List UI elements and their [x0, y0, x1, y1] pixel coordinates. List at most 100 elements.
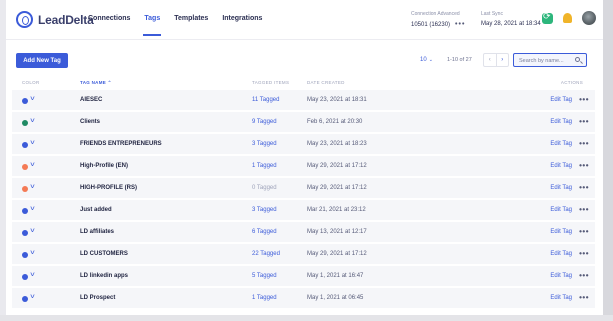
brand-logo[interactable]: LeadDelta [16, 11, 94, 28]
table-row[interactable]: v LD Prospect 1 Tagged May 1, 2021 at 06:45… [12, 288, 595, 310]
search-input[interactable] [519, 56, 574, 65]
table-row[interactable]: v Clients 9 Tagged Feb 6, 2021 at 20:30 Edit… [12, 112, 595, 134]
date-created: Feb 6, 2021 at 20:30 [307, 119, 363, 125]
rows-per-page-select[interactable]: 10 ⌄ [420, 57, 433, 63]
add-new-tag-button[interactable]: Add New Tag [16, 53, 68, 68]
tagged-items-link[interactable]: 22 Tagged [252, 251, 280, 257]
edit-tag-link[interactable]: Edit Tag [550, 207, 572, 213]
tagged-items-link[interactable]: 1 Tagged [252, 163, 277, 169]
tag-name: HIGH-PROFILE (RS) [80, 185, 137, 191]
tag-color-swatch[interactable] [22, 252, 28, 258]
more-actions-icon[interactable]: ••• [579, 117, 589, 126]
user-avatar[interactable] [582, 11, 596, 25]
tag-name: LD linkedin apps [80, 273, 129, 279]
date-created: May 29, 2021 at 17:12 [307, 251, 367, 257]
chevron-down-icon[interactable]: v [30, 140, 34, 146]
more-actions-icon[interactable]: ••• [579, 271, 589, 280]
chevron-down-icon[interactable]: v [30, 228, 34, 234]
tag-color-swatch[interactable] [22, 186, 28, 192]
column-header-date-created: DATE CREATED [307, 80, 345, 85]
team-icon[interactable] [562, 13, 573, 24]
tag-color-swatch[interactable] [22, 274, 28, 280]
nav-connections[interactable]: Connections [88, 15, 130, 22]
table-row[interactable]: v LD affiliates 6 Tagged May 13, 2021 at 12… [12, 222, 595, 244]
more-actions-icon[interactable]: ••• [579, 205, 589, 214]
pagination-controls: ‹ › [483, 53, 509, 67]
search-icon[interactable] [575, 57, 580, 62]
chevron-down-icon[interactable]: v [30, 184, 34, 190]
rows-per-page-value: 10 [420, 57, 427, 63]
sort-ascending-icon: ⌃ [107, 80, 112, 85]
chevron-down-icon[interactable]: v [30, 162, 34, 168]
subscription-info: Connection Advanced 10501 (16230) ••• [411, 11, 465, 28]
chevron-down-icon[interactable]: v [30, 206, 34, 212]
more-actions-icon[interactable]: ••• [579, 183, 589, 192]
chevron-down-icon[interactable]: v [30, 272, 34, 278]
tagged-items-link[interactable]: 5 Tagged [252, 273, 277, 279]
table-row[interactable]: v LD CUSTOMERS 22 Tagged May 29, 2021 at 17… [12, 244, 595, 266]
date-created: May 13, 2021 at 12:17 [307, 229, 367, 235]
edit-tag-link[interactable]: Edit Tag [550, 229, 572, 235]
more-actions-icon[interactable]: ••• [579, 293, 589, 302]
window-scrollbar[interactable] [603, 0, 613, 321]
edit-tag-link[interactable]: Edit Tag [550, 251, 572, 257]
tag-color-swatch[interactable] [22, 230, 28, 236]
tag-color-swatch[interactable] [22, 208, 28, 214]
refresh-icon[interactable] [542, 11, 553, 24]
more-actions-icon[interactable]: ••• [579, 249, 589, 258]
column-header-actions: ACTIONS [560, 80, 583, 85]
last-sync-value: May 28, 2021 at 18:34 [481, 21, 541, 27]
tag-color-swatch[interactable] [22, 98, 28, 104]
chevron-down-icon[interactable]: v [30, 294, 34, 300]
nav-templates[interactable]: Templates [174, 15, 208, 22]
chevron-down-icon[interactable]: v [30, 118, 34, 124]
column-header-tag-name[interactable]: TAG NAME ⌃ [80, 80, 112, 86]
table-row[interactable]: v HIGH-PROFILE (RS) 0 Tagged May 29, 2021 a… [12, 178, 595, 200]
tagged-items-link[interactable]: 9 Tagged [252, 119, 277, 125]
more-actions-icon[interactable]: ••• [579, 95, 589, 104]
tag-color-swatch[interactable] [22, 164, 28, 170]
edit-tag-link[interactable]: Edit Tag [550, 295, 572, 301]
date-created: May 1, 2021 at 06:45 [307, 295, 364, 301]
tag-name: LD affiliates [80, 229, 115, 235]
subscription-value: 10501 (16230) [411, 21, 451, 28]
nav-integrations[interactable]: Integrations [222, 15, 262, 22]
table-row[interactable]: v AIESEC 11 Tagged May 23, 2021 at 18:31 Edi… [12, 90, 595, 112]
tagged-items-link[interactable]: 3 Tagged [252, 141, 277, 147]
chevron-down-icon[interactable]: v [30, 250, 34, 256]
column-header-tagged-items: TAGGED ITEMS [252, 80, 290, 85]
brand-name: LeadDelta [38, 12, 94, 27]
tagged-items-link[interactable]: 1 Tagged [252, 295, 277, 301]
tagged-items-link[interactable]: 3 Tagged [252, 207, 277, 213]
previous-page-icon[interactable]: ‹ [484, 54, 496, 66]
tag-color-swatch[interactable] [22, 120, 28, 126]
leaddelta-logo-icon [16, 11, 33, 28]
table-row[interactable]: v Just added 3 Tagged Mar 21, 2021 at 23:12… [12, 200, 595, 222]
table-row[interactable]: v LD linkedin apps 5 Tagged May 1, 2021 at … [12, 266, 595, 288]
chevron-down-icon[interactable]: v [30, 96, 34, 102]
edit-tag-link[interactable]: Edit Tag [550, 273, 572, 279]
table-row[interactable]: v High-Profile (EN) 1 Tagged May 29, 2021 a… [12, 156, 595, 178]
edit-tag-link[interactable]: Edit Tag [550, 163, 572, 169]
edit-tag-link[interactable]: Edit Tag [550, 119, 572, 125]
tag-name: LD CUSTOMERS [80, 251, 128, 257]
edit-tag-link[interactable]: Edit Tag [550, 185, 572, 191]
table-row[interactable]: v FRIENDS ENTREPRENEURS 3 Tagged May 23, 20… [12, 134, 595, 156]
tag-color-swatch[interactable] [22, 142, 28, 148]
nav-tags[interactable]: Tags [143, 15, 162, 36]
tag-name: Clients [80, 119, 101, 125]
tag-color-swatch[interactable] [22, 296, 28, 302]
tagged-items-link[interactable]: 11 Tagged [252, 97, 279, 103]
edit-tag-link[interactable]: Edit Tag [550, 97, 572, 103]
next-page-icon[interactable]: › [495, 54, 509, 66]
search-box [513, 53, 587, 67]
more-actions-icon[interactable]: ••• [579, 139, 589, 148]
edit-tag-link[interactable]: Edit Tag [550, 141, 572, 147]
last-sync-label: Last Sync [481, 11, 503, 17]
tagged-items-link[interactable]: 6 Tagged [252, 229, 277, 235]
tagged-items-link[interactable]: 0 Tagged [252, 185, 277, 191]
more-options-icon[interactable]: ••• [455, 21, 465, 28]
date-created: May 23, 2021 at 18:23 [307, 141, 367, 147]
more-actions-icon[interactable]: ••• [579, 227, 589, 236]
more-actions-icon[interactable]: ••• [579, 161, 589, 170]
